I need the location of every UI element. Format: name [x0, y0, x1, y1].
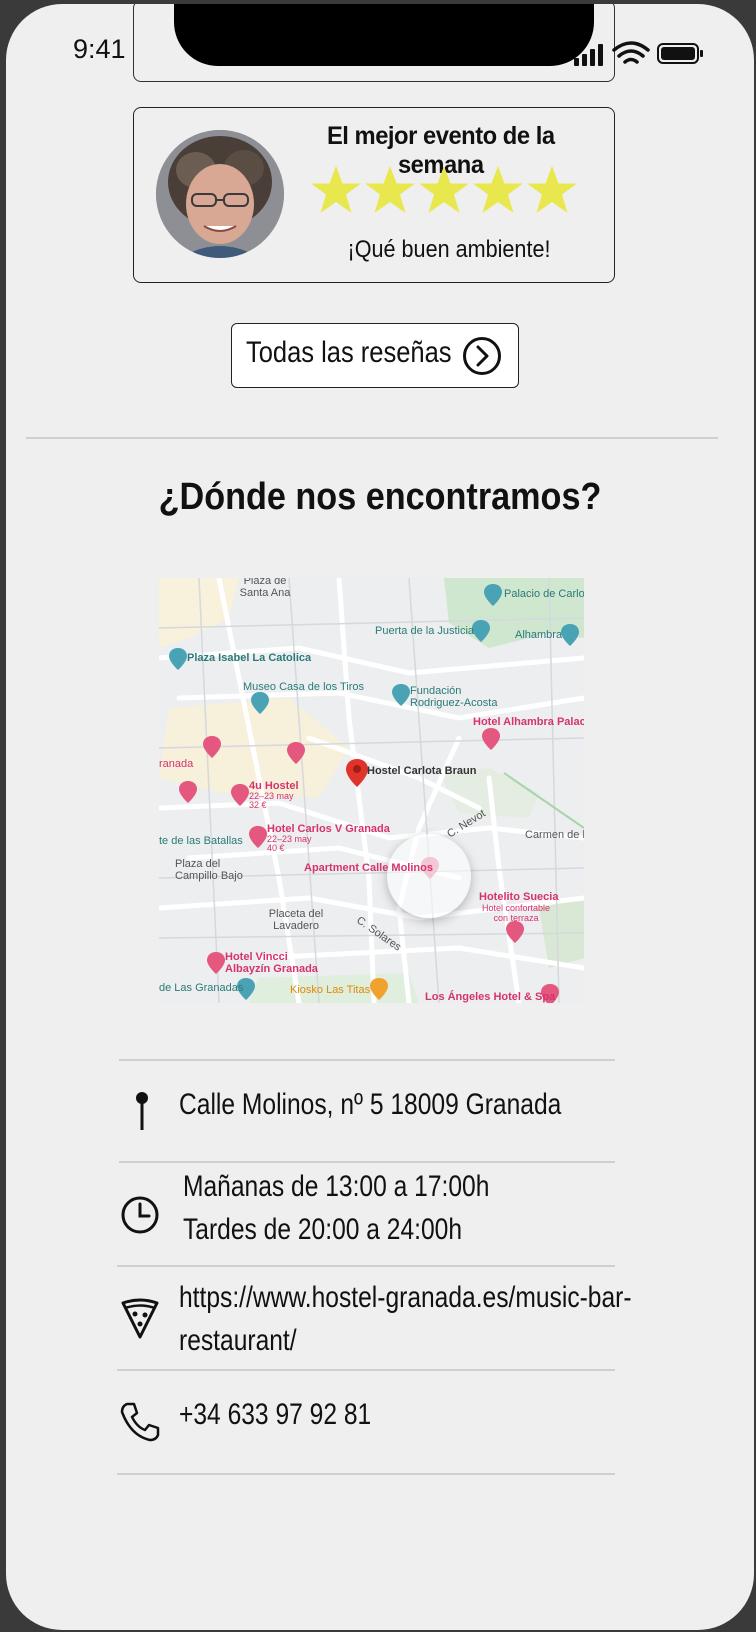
- map-label: Plaza de Santa Ana: [239, 578, 291, 599]
- hotel-pin-icon[interactable]: [506, 921, 524, 943]
- location-map[interactable]: Plaza de Santa Ana Palacio de Carlos Pue…: [159, 578, 584, 1003]
- pizza-icon: [121, 1298, 159, 1339]
- phone-number[interactable]: +34 633 97 92 81: [179, 1393, 371, 1436]
- reviewer-avatar: [156, 130, 284, 258]
- map-label: Alhambra: [515, 629, 563, 641]
- address-text: Calle Molinos, nº 5 18009 Granada: [179, 1088, 562, 1121]
- map-label: Hotel Vincci Albayzín Granada: [225, 951, 318, 975]
- hotel-pin-icon[interactable]: [179, 781, 197, 803]
- website-link-line2[interactable]: restaurant/: [179, 1319, 297, 1362]
- hours-evening: Tardes de 20:00 a 24:00h: [183, 1213, 463, 1246]
- map-label: 40 €: [267, 843, 285, 853]
- restaurant-pin-icon[interactable]: [370, 978, 388, 1000]
- map-label: te de las Batallas: [159, 835, 243, 847]
- map-label: Kiosko Las Titas: [290, 984, 371, 996]
- website-link-line1[interactable]: https://www.hostel-granada.es/music-bar-: [179, 1276, 632, 1319]
- map-label: Hotel confortable con terraza: [481, 903, 551, 923]
- map-label: 32 €: [249, 800, 267, 810]
- status-time: 9:41: [73, 34, 126, 64]
- star-icon: [527, 166, 577, 213]
- status-icons: [574, 41, 703, 66]
- hotel-pin-icon[interactable]: [482, 728, 500, 750]
- map-label: Museo Casa de los Tiros: [243, 681, 365, 693]
- star-icon: [419, 166, 469, 213]
- map-label: Placeta del Lavadero: [268, 908, 324, 932]
- chevron-right-circle-icon: [463, 337, 501, 375]
- section-divider: [26, 437, 718, 439]
- museum-pin-icon[interactable]: [169, 648, 187, 670]
- wifi-icon: [612, 41, 650, 64]
- map-label: Puerta de la Justicia: [375, 625, 475, 637]
- hotel-pin-icon[interactable]: [207, 952, 225, 974]
- main-location-pin-icon[interactable]: [346, 759, 368, 787]
- hotel-pin-icon[interactable]: [203, 736, 221, 758]
- phone-screen: 9:41 El mejor evento de la semana ¡Qué b…: [6, 4, 754, 1630]
- map-label: Plaza del Campillo Bajo: [175, 858, 243, 882]
- map-label: Palacio de Carlos: [504, 588, 584, 600]
- map-magnifier: [387, 834, 471, 918]
- map-label: ranada: [159, 758, 194, 770]
- all-reviews-button[interactable]: Todas las reseñas: [231, 323, 519, 388]
- battery-icon: [657, 43, 703, 64]
- museum-pin-icon[interactable]: [472, 620, 490, 642]
- map-label: Hotelito Suecia: [479, 891, 559, 903]
- museum-pin-icon[interactable]: [251, 692, 269, 714]
- map-label: Carmen de l: [525, 829, 584, 841]
- all-reviews-label: Todas las reseñas: [246, 336, 452, 369]
- signal-icon: [574, 44, 603, 66]
- rating-stars: [310, 164, 580, 216]
- info-divider: [119, 1059, 615, 1061]
- map-label: Los Ángeles Hotel & Spa: [425, 991, 556, 1003]
- map-label: Plaza Isabel La Catolica: [187, 652, 312, 664]
- hotel-pin-icon[interactable]: [287, 742, 305, 764]
- location-title: ¿Dónde nos encontramos?: [158, 476, 602, 518]
- review-text: ¡Qué buen ambiente!: [347, 236, 551, 263]
- info-divider: [119, 1161, 615, 1163]
- clock-icon: [121, 1196, 159, 1234]
- museum-pin-icon[interactable]: [484, 584, 502, 606]
- star-icon: [311, 166, 361, 213]
- star-icon: [365, 166, 415, 213]
- star-icon: [473, 166, 523, 213]
- map-label: de Las Granadas: [159, 982, 244, 994]
- info-divider: [117, 1265, 615, 1267]
- info-divider: [117, 1473, 615, 1475]
- map-label: Fundación Rodriguez-Acosta: [410, 685, 498, 709]
- hotel-pin-icon[interactable]: [249, 826, 267, 848]
- review-card: El mejor evento de la semana ¡Qué buen a…: [133, 107, 615, 283]
- map-label: Hostel Carlota Braun: [367, 765, 477, 777]
- phone-icon: [120, 1402, 160, 1442]
- hours-morning: Mañanas de 13:00 a 17:00h: [183, 1170, 490, 1203]
- pin-icon: [136, 1092, 148, 1130]
- hotel-pin-icon[interactable]: [231, 784, 249, 806]
- map-label: Apartment Calle Molinos: [304, 862, 433, 874]
- map-label: Hotel Alhambra Palace: [473, 716, 584, 728]
- museum-pin-icon[interactable]: [392, 684, 410, 706]
- notch: [174, 4, 594, 66]
- museum-pin-icon[interactable]: [561, 624, 579, 646]
- info-divider: [117, 1369, 615, 1371]
